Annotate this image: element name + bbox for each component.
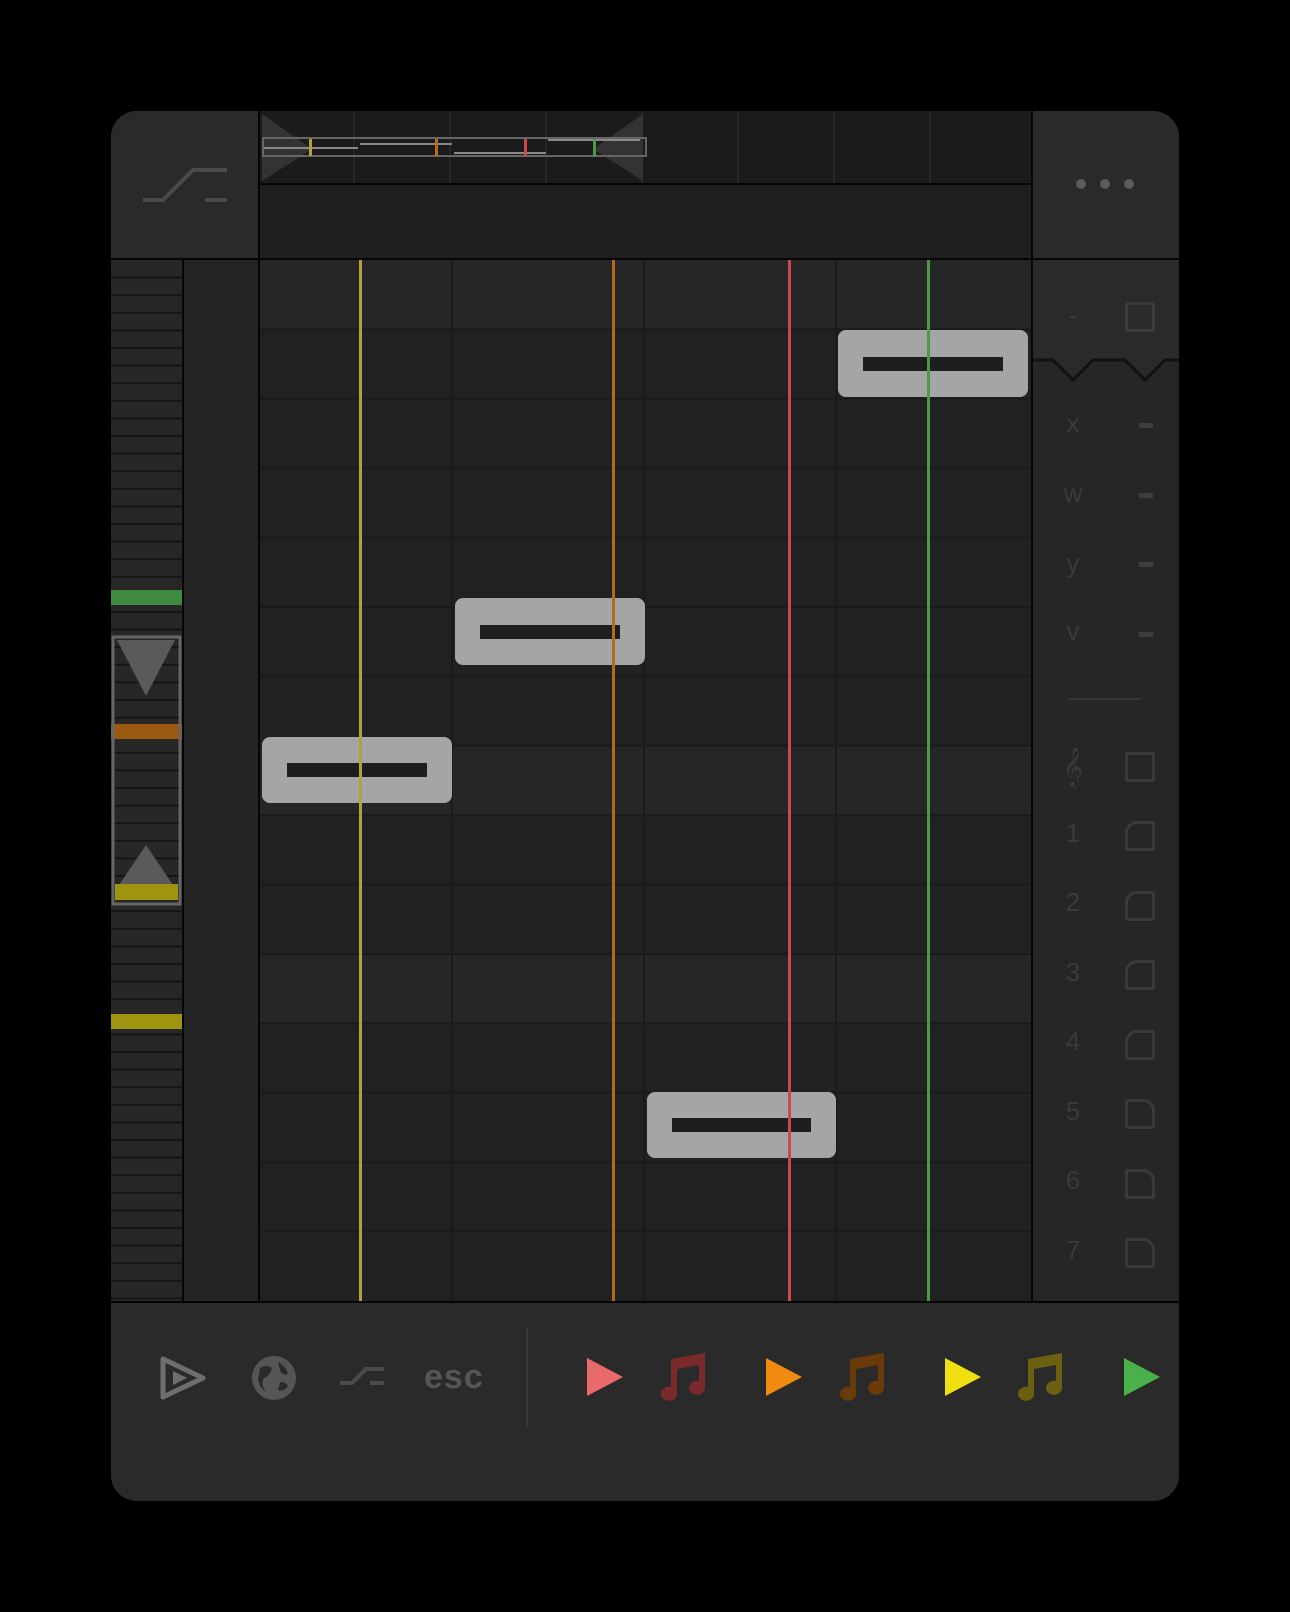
pitch-marker-yellow xyxy=(115,884,178,900)
field-label-y: y xyxy=(1066,548,1080,578)
range-handle-bottom[interactable] xyxy=(117,845,175,888)
note-block[interactable] xyxy=(838,330,1028,397)
note-block[interactable] xyxy=(455,598,645,665)
minimap-playhead-marker xyxy=(435,139,438,156)
curve-icon xyxy=(143,168,227,202)
track-checkbox[interactable] xyxy=(1125,821,1155,851)
track-checkbox[interactable] xyxy=(1125,1169,1155,1199)
track-label-treble: 𝄞 xyxy=(1062,748,1084,786)
track-checkbox[interactable] xyxy=(1125,1238,1155,1268)
music-note-icon[interactable] xyxy=(657,1351,709,1401)
pitch-keys[interactable] xyxy=(111,260,182,1301)
play-outline-icon[interactable] xyxy=(159,1355,209,1401)
track-checkbox[interactable] xyxy=(1125,1099,1155,1129)
music-note-icon[interactable] xyxy=(1014,1351,1066,1401)
playhead-line[interactable] xyxy=(359,260,362,1301)
track-label: 7 xyxy=(1065,1235,1081,1265)
track-checkbox[interactable] xyxy=(1125,960,1155,990)
note-block[interactable] xyxy=(262,737,452,803)
field-value-v[interactable] xyxy=(1139,632,1153,637)
bottom-toolbar: esc xyxy=(111,1303,1179,1501)
inspector-panel: - x w y v 𝄞 1 2 3 4 5 6 7 xyxy=(1033,260,1179,1301)
curve-icon[interactable] xyxy=(338,1361,386,1391)
pitch-marker-orange xyxy=(111,724,182,739)
pitch-marker-green xyxy=(111,590,182,605)
play-icon[interactable] xyxy=(585,1356,625,1398)
curve-mode-button[interactable] xyxy=(111,111,258,258)
select-all-checkbox[interactable] xyxy=(1125,302,1155,332)
menu-button[interactable] xyxy=(1033,111,1179,258)
escape-button[interactable]: esc xyxy=(424,1358,484,1397)
field-label-v: v xyxy=(1066,616,1080,646)
minimap-playhead-marker xyxy=(524,139,527,156)
track-label: 6 xyxy=(1065,1165,1081,1195)
inspector-top-label: - xyxy=(1068,300,1078,330)
lane-strip xyxy=(184,260,258,1301)
field-value-w[interactable] xyxy=(1139,493,1153,498)
playhead-line[interactable] xyxy=(788,260,791,1301)
track-label: 1 xyxy=(1065,818,1081,848)
track-label: 3 xyxy=(1065,957,1081,987)
track-label: 4 xyxy=(1065,1026,1081,1056)
field-label-x: x xyxy=(1066,408,1080,438)
track-label: 2 xyxy=(1065,887,1081,917)
timeline-ruler[interactable] xyxy=(260,185,1031,258)
editor-panel: - x w y v 𝄞 1 2 3 4 5 6 7 esc xyxy=(111,111,1179,1501)
inspector-divider xyxy=(1069,698,1141,700)
play-icon[interactable] xyxy=(943,1356,983,1398)
pitch-marker-yellow xyxy=(111,1014,182,1029)
playhead-line[interactable] xyxy=(927,260,930,1301)
field-value-y[interactable] xyxy=(1139,562,1153,567)
play-icon[interactable] xyxy=(1122,1356,1162,1398)
globe-icon[interactable] xyxy=(250,1354,298,1402)
track-label: 5 xyxy=(1065,1096,1081,1126)
playhead-line[interactable] xyxy=(612,260,615,1301)
overview-minimap[interactable] xyxy=(260,111,1031,183)
toolbar-divider xyxy=(526,1327,528,1427)
track-checkbox[interactable] xyxy=(1125,891,1155,921)
note-block[interactable] xyxy=(647,1092,836,1158)
music-note-icon[interactable] xyxy=(836,1351,888,1401)
field-label-w: w xyxy=(1063,478,1083,508)
track-checkbox[interactable] xyxy=(1125,752,1155,782)
range-handle-top[interactable] xyxy=(117,640,175,696)
minimap-playhead-marker xyxy=(309,139,312,156)
minimap-playhead-marker xyxy=(593,139,596,156)
note-grid[interactable] xyxy=(260,260,1031,1301)
play-icon[interactable] xyxy=(764,1356,804,1398)
field-value-x[interactable] xyxy=(1139,423,1153,428)
track-checkbox[interactable] xyxy=(1125,1030,1155,1060)
